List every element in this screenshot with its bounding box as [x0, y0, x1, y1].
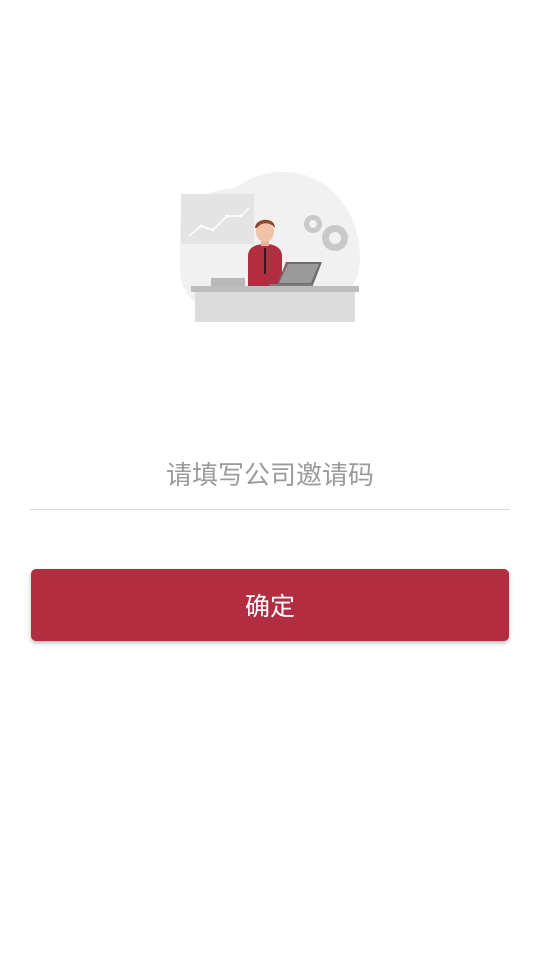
- invite-code-screen: 确定: [0, 0, 540, 960]
- invite-code-input[interactable]: [30, 446, 510, 506]
- desk-body: [195, 292, 355, 322]
- chart-board: [181, 194, 254, 244]
- desk-top: [191, 286, 359, 292]
- confirm-button[interactable]: 确定: [31, 569, 509, 641]
- desk-device: [211, 278, 245, 286]
- office-worker-illustration: [180, 172, 360, 322]
- invite-code-field: [30, 446, 510, 510]
